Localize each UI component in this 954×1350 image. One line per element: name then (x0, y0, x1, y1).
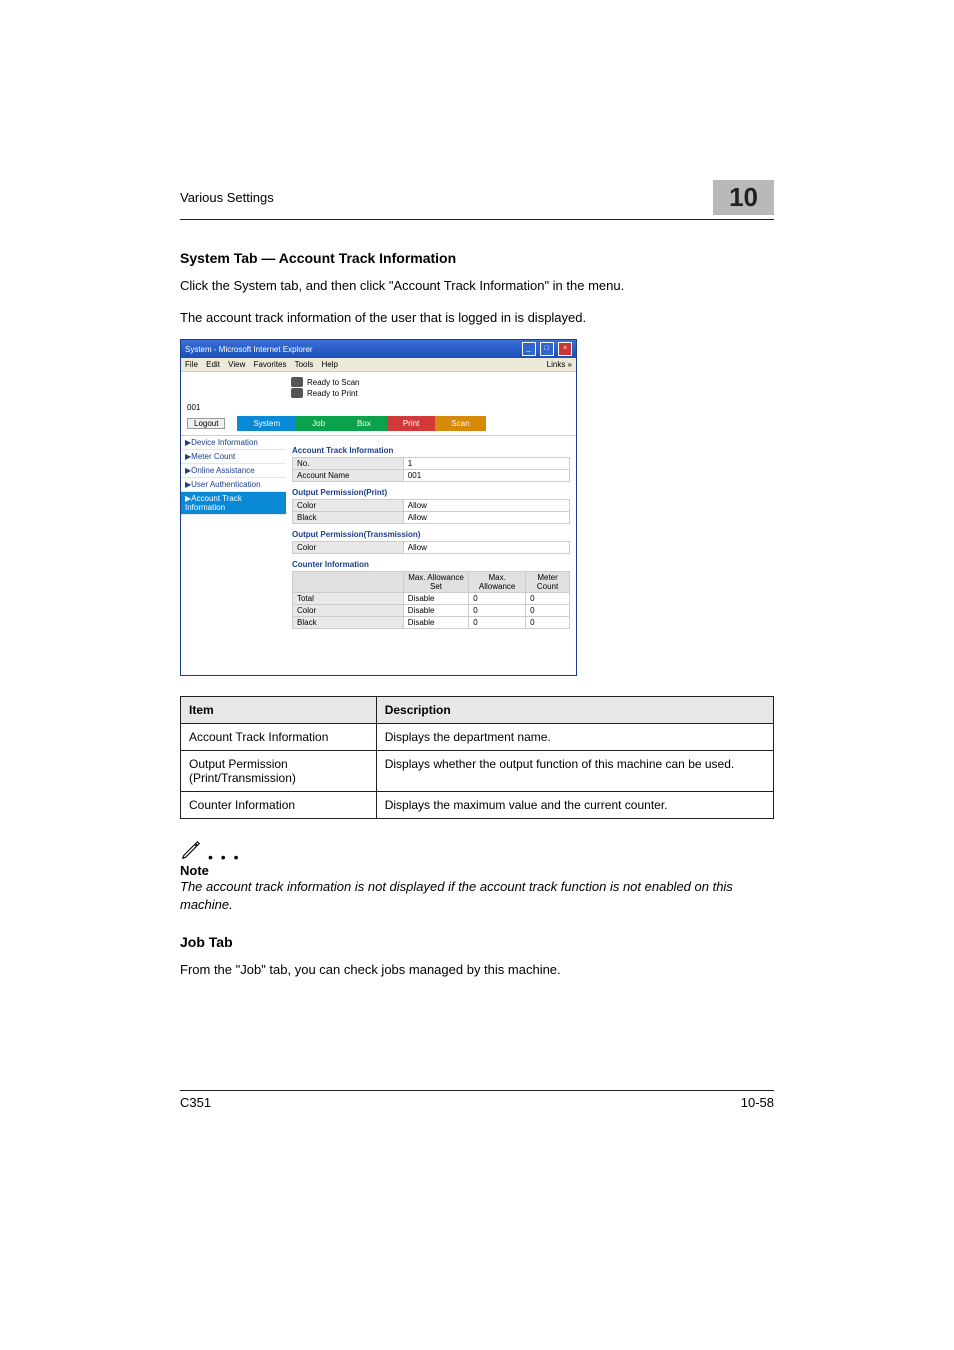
label-opt-color: Color (293, 542, 404, 554)
label-no: No. (293, 458, 404, 470)
ci-row-color-c: 0 (526, 605, 570, 617)
footer-pageno: 10-58 (741, 1095, 774, 1110)
main-pane: Account Track Information No.1 Account N… (286, 436, 576, 675)
ci-row-color-label: Color (293, 605, 404, 617)
label-account-name: Account Name (293, 470, 404, 482)
desc-r2-desc: Displays whether the output function of … (376, 751, 773, 792)
sidebar-device-info[interactable]: ▶Device Information (181, 436, 286, 450)
screenshot-ie-window: System - Microsoft Internet Explorer _ □… (180, 339, 577, 676)
section-title: Various Settings (180, 190, 274, 205)
menubar[interactable]: File Edit View Favorites Tools Help Link… (181, 358, 576, 372)
label-opp-color: Color (293, 500, 404, 512)
tab-system[interactable]: System (237, 416, 296, 431)
tab-scan[interactable]: Scan (435, 416, 485, 431)
ci-head-maxset: Max. Allowance Set (403, 572, 468, 593)
pane-heading-opt: Output Permission(Transmission) (292, 530, 570, 539)
note-label: Note (180, 863, 774, 878)
ci-row-black-b: 0 (469, 617, 526, 629)
menu-edit[interactable]: Edit (206, 360, 220, 369)
note-block: • • • Note The account track information… (180, 839, 774, 914)
desc-r1-item: Account Track Information (181, 724, 377, 751)
ci-row-total-a: Disable (403, 593, 468, 605)
status-scan: Ready to Scan (307, 378, 359, 387)
desc-r2-item: Output Permission (Print/Transmission) (181, 751, 377, 792)
desc-r3-item: Counter Information (181, 792, 377, 819)
menu-view[interactable]: View (228, 360, 245, 369)
sidebar-meter-count[interactable]: ▶Meter Count (181, 450, 286, 464)
footer-model: C351 (180, 1095, 211, 1110)
minimize-button[interactable]: _ (522, 342, 536, 356)
ci-row-total-label: Total (293, 593, 404, 605)
pen-icon (180, 839, 202, 861)
value-opp-black: Allow (403, 512, 569, 524)
paragraph-instruction-2: The account track information of the use… (180, 308, 774, 328)
paragraph-job-tab: From the "Job" tab, you can check jobs m… (180, 960, 774, 980)
status-print: Ready to Print (307, 389, 358, 398)
close-button[interactable]: × (558, 342, 572, 356)
page-footer: C351 10-58 (180, 1090, 774, 1110)
maximize-button[interactable]: □ (540, 342, 554, 356)
pane-heading-acct: Account Track Information (292, 446, 570, 455)
scanner-icon (291, 377, 303, 387)
desc-r3-desc: Displays the maximum value and the curre… (376, 792, 773, 819)
heading-job-tab: Job Tab (180, 934, 774, 950)
chapter-number: 10 (713, 180, 774, 215)
ci-row-black-c: 0 (526, 617, 570, 629)
label-opp-black: Black (293, 512, 404, 524)
ci-head-max: Max. Allowance (469, 572, 526, 593)
desc-r1-desc: Displays the department name. (376, 724, 773, 751)
tab-print[interactable]: Print (387, 416, 435, 431)
ci-row-black-label: Black (293, 617, 404, 629)
ci-row-color-b: 0 (469, 605, 526, 617)
menu-file[interactable]: File (185, 360, 198, 369)
menu-links[interactable]: Links » (547, 360, 572, 369)
value-opp-color: Allow (403, 500, 569, 512)
ci-head-blank (293, 572, 404, 593)
ci-row-color-a: Disable (403, 605, 468, 617)
menu-help[interactable]: Help (322, 360, 338, 369)
value-account-name: 001 (403, 470, 569, 482)
printer-icon (291, 388, 303, 398)
description-table: Item Description Account Track Informati… (180, 696, 774, 819)
heading-system-tab: System Tab — Account Track Information (180, 250, 774, 266)
ci-row-total-c: 0 (526, 593, 570, 605)
dots-icon: • • • (208, 849, 240, 865)
sidebar-online-assistance[interactable]: ▶Online Assistance (181, 464, 286, 478)
value-no: 1 (403, 458, 569, 470)
window-buttons[interactable]: _ □ × (520, 342, 572, 356)
menu-tools[interactable]: Tools (295, 360, 314, 369)
note-text: The account track information is not dis… (180, 878, 774, 914)
page-header: Various Settings 10 (180, 180, 774, 220)
value-opt-color: Allow (403, 542, 569, 554)
sidebar-user-auth[interactable]: ▶User Authentication (181, 478, 286, 492)
window-titlebar: System - Microsoft Internet Explorer _ □… (181, 340, 576, 358)
sidebar: ▶Device Information ▶Meter Count ▶Online… (181, 436, 286, 675)
ci-head-meter: Meter Count (526, 572, 570, 593)
tab-box[interactable]: Box (341, 416, 387, 431)
ci-row-total-b: 0 (469, 593, 526, 605)
user-label: 001 (187, 403, 200, 412)
pane-heading-opp: Output Permission(Print) (292, 488, 570, 497)
paragraph-instruction-1: Click the System tab, and then click "Ac… (180, 276, 774, 296)
window-title: System - Microsoft Internet Explorer (185, 345, 313, 354)
desc-head-item: Item (181, 697, 377, 724)
sidebar-account-track[interactable]: ▶Account Track Information (181, 492, 286, 515)
ci-row-black-a: Disable (403, 617, 468, 629)
tab-job[interactable]: Job (296, 416, 341, 431)
logout-button[interactable]: Logout (187, 418, 225, 429)
desc-head-desc: Description (376, 697, 773, 724)
menu-favorites[interactable]: Favorites (254, 360, 287, 369)
pane-heading-counter: Counter Information (292, 560, 570, 569)
